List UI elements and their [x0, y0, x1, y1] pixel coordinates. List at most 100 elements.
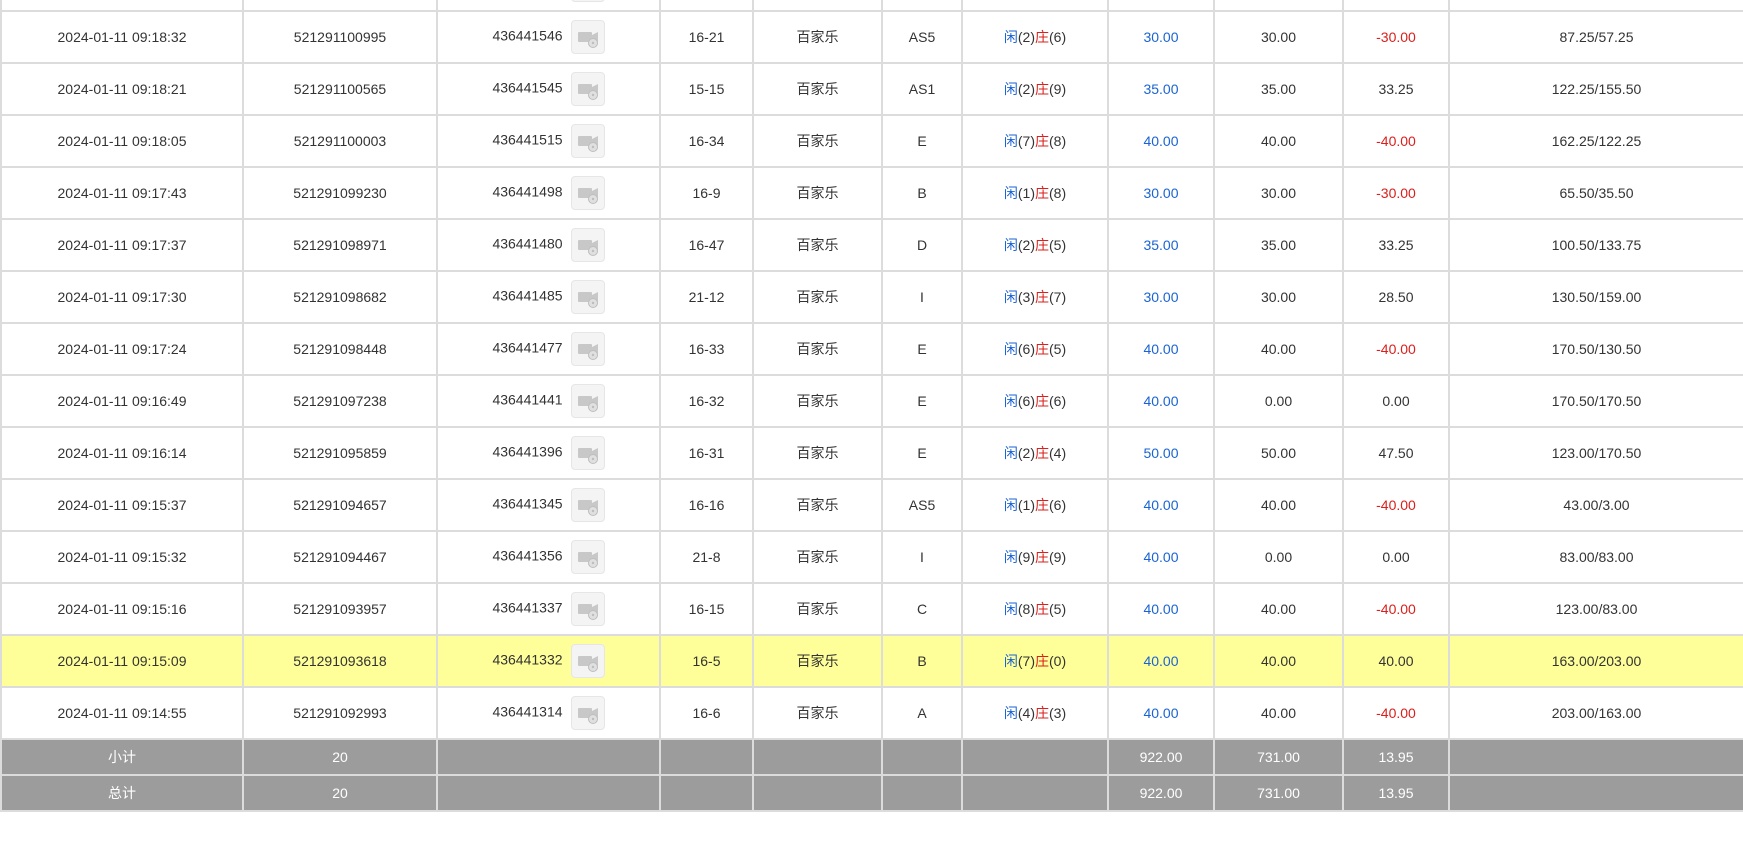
video-replay-icon[interactable] [570, 436, 605, 470]
win-loss: -40.00 [1342, 322, 1450, 376]
banker-points: (5) [1049, 237, 1067, 253]
banker-label: 庄 [1035, 393, 1049, 409]
balance-change: 65.50/35.50 [1448, 166, 1743, 220]
balance-change: 117.25/87.25 [1448, 0, 1743, 12]
win-loss: -40.00 [1342, 478, 1450, 532]
valid-bet: 40.00 [1213, 114, 1344, 168]
bet-id: 521291099230 [242, 166, 438, 220]
player-label: 闲 [1003, 601, 1018, 617]
banker-points: (6) [1049, 393, 1067, 409]
round-cell: 436441477 [436, 322, 661, 376]
bet-id: 521291097238 [242, 374, 438, 428]
game-type: 百家乐 [752, 478, 883, 532]
result-cell: 闲(6)庄(6) [961, 374, 1109, 428]
video-replay-icon[interactable] [570, 176, 605, 210]
video-replay-icon[interactable] [570, 124, 605, 158]
round-cell: 436441441 [436, 374, 661, 428]
video-replay-icon[interactable] [570, 228, 605, 262]
win-loss: 28.50 [1342, 270, 1450, 324]
valid-bet: 30.00 [1213, 166, 1344, 220]
video-replay-icon[interactable] [570, 592, 605, 626]
round-cell: 436441480 [436, 218, 661, 272]
table-name: A [881, 686, 963, 740]
bet-time: 2024-01-11 09:15:16 [0, 582, 244, 636]
table-row: 2024-01-11 09:18:21 521291100565 436441545… [0, 62, 1743, 116]
round-id: 436441396 [492, 443, 563, 460]
win-loss: -30.00 [1342, 10, 1450, 64]
video-replay-icon[interactable] [570, 644, 605, 678]
valid-bet: 30.00 [1213, 0, 1344, 12]
table-name: B [881, 0, 963, 12]
bet-amount: 30.00 [1107, 166, 1215, 220]
valid-bet: 40.00 [1213, 322, 1344, 376]
balance-change: 87.25/57.25 [1448, 10, 1743, 64]
video-replay-icon[interactable] [570, 0, 605, 2]
table-name: I [881, 270, 963, 324]
table-name: B [881, 634, 963, 688]
round-id: 436441485 [492, 287, 563, 304]
table-name: AS5 [881, 478, 963, 532]
bet-id: 521291093618 [242, 634, 438, 688]
game-type: 百家乐 [752, 426, 883, 480]
round-id: 436441546 [492, 27, 563, 44]
table-name: AS5 [881, 10, 963, 64]
player-points: (3) [1017, 289, 1035, 305]
round-cell: 436441546 [436, 10, 661, 64]
balance-change: 100.50/133.75 [1448, 218, 1743, 272]
player-label: 闲 [1003, 133, 1018, 149]
total-row: 总计 20 922.00 731.00 13.95 [0, 774, 1743, 812]
shoe-number: 16-32 [659, 374, 754, 428]
bet-id: 521291094657 [242, 478, 438, 532]
player-label: 闲 [1003, 549, 1018, 565]
total-valid: 731.00 [1213, 774, 1344, 812]
bet-id: 521291092993 [242, 686, 438, 740]
result-cell: 闲(1)庄(8) [961, 166, 1109, 220]
bet-amount: 40.00 [1107, 478, 1215, 532]
bet-id: 521291100003 [242, 114, 438, 168]
table-row: 2024-01-11 09:16:14 521291095859 436441396… [0, 426, 1743, 480]
balance-change: 122.25/155.50 [1448, 62, 1743, 116]
table-name: AS1 [881, 62, 963, 116]
player-points: (1) [1017, 497, 1035, 513]
player-points: (2) [1017, 237, 1035, 253]
video-replay-icon[interactable] [570, 20, 605, 54]
result-cell: 闲(6)庄(5) [961, 322, 1109, 376]
video-replay-icon[interactable] [570, 540, 605, 574]
bet-id: 521291095859 [242, 426, 438, 480]
player-points: (7) [1017, 653, 1035, 669]
bet-time: 2024-01-11 09:18:50 [0, 0, 244, 12]
bet-records-table: 2024-01-11 09:18:50521291101532436441564… [0, 0, 1743, 812]
video-replay-icon[interactable] [570, 72, 605, 106]
result-cell: 闲(3)庄(7) [961, 270, 1109, 324]
table-row: 2024-01-11 09:15:16 521291093957 436441337… [0, 582, 1743, 636]
banker-label: 庄 [1035, 549, 1049, 565]
video-replay-icon[interactable] [570, 332, 605, 366]
bet-time: 2024-01-11 09:16:14 [0, 426, 244, 480]
player-label: 闲 [1003, 445, 1018, 461]
table-row: 2024-01-11 09:15:37 521291094657 436441345… [0, 478, 1743, 532]
bet-amount: 40.00 [1107, 582, 1215, 636]
bet-time: 2024-01-11 09:17:43 [0, 166, 244, 220]
player-points: (6) [1017, 341, 1035, 357]
video-replay-icon[interactable] [570, 696, 605, 730]
valid-bet: 30.00 [1213, 270, 1344, 324]
shoe-number: 16-9 [659, 166, 754, 220]
video-replay-icon[interactable] [570, 488, 605, 522]
bet-amount: 30.00 [1107, 0, 1215, 12]
bet-amount: 30.00 [1107, 270, 1215, 324]
win-loss: -40.00 [1342, 114, 1450, 168]
round-id: 436441337 [492, 599, 563, 616]
result-cell: 闲(4)庄(3) [961, 686, 1109, 740]
valid-bet: 0.00 [1213, 530, 1344, 584]
player-label: 闲 [1003, 341, 1018, 357]
banker-label: 庄 [1035, 601, 1049, 617]
bet-time: 2024-01-11 09:15:37 [0, 478, 244, 532]
subtotal-valid: 731.00 [1213, 738, 1344, 776]
result-cell: 闲(7)庄(0) [961, 634, 1109, 688]
player-points: (9) [1017, 549, 1035, 565]
video-replay-icon[interactable] [570, 280, 605, 314]
video-replay-icon[interactable] [570, 384, 605, 418]
round-cell: 436441332 [436, 634, 661, 688]
round-cell: 436441345 [436, 478, 661, 532]
player-label: 闲 [1003, 185, 1018, 201]
